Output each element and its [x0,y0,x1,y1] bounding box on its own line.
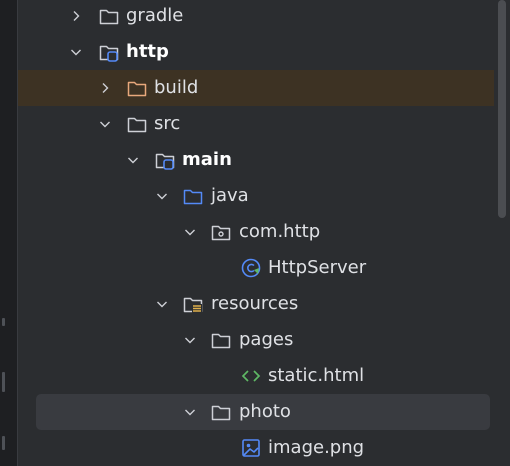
tree-item-httpserver[interactable]: HttpServer [18,250,494,286]
tree-item-label: HttpServer [268,257,367,278]
tree-item-main[interactable]: main [18,142,494,178]
tree-item-label: image.png [268,437,365,458]
tree-item-label: http [126,41,169,62]
chevron-down-icon[interactable] [182,332,198,348]
gutter-marker [2,318,5,326]
java-class-icon [240,257,262,279]
folder-icon [98,5,120,27]
folder-icon [126,113,148,135]
resources-folder-icon [182,293,204,315]
tree-item-pages[interactable]: pages [18,322,494,358]
chevron-right-icon[interactable] [68,8,84,24]
tree-item-label: static.html [268,365,365,386]
chevron-down-icon[interactable] [182,224,198,240]
gutter-marker [2,436,5,450]
tree-item-label: resources [211,293,299,314]
tree-item-build[interactable]: build [18,70,494,106]
package-icon [210,221,232,243]
left-gutter [0,0,18,466]
source-folder-icon [182,185,204,207]
chevron-right-icon[interactable] [97,80,113,96]
tree-item-http[interactable]: http [18,34,494,70]
gutter-marker [2,372,5,392]
tree-item-com-http[interactable]: com.http [18,214,494,250]
html-file-icon [240,365,262,387]
tree-item-label: com.http [239,221,321,242]
tree-item-label: main [182,149,232,170]
chevron-down-icon[interactable] [68,44,84,60]
vertical-scrollbar[interactable] [494,0,510,466]
tree-item-image-png[interactable]: image.png [18,430,494,466]
tree-item-label: java [211,185,249,206]
tree-item-label: src [154,113,181,134]
tree-item-label: build [154,77,199,98]
chevron-down-icon[interactable] [154,188,170,204]
module-folder-icon [98,41,120,63]
tree-item-java[interactable]: java [18,178,494,214]
scrollbar-thumb[interactable] [498,0,506,218]
folder-icon [210,329,232,351]
image-file-icon [240,437,262,459]
tree-item-static-html[interactable]: static.html [18,358,494,394]
tree-item-label: pages [239,329,294,350]
tree-item-resources[interactable]: resources [18,286,494,322]
chevron-down-icon[interactable] [182,404,198,420]
module-folder-icon [154,149,176,171]
tree-item-gradle[interactable]: gradle [18,0,494,34]
chevron-down-icon[interactable] [97,116,113,132]
tree-item-label: photo [239,401,291,422]
project-tree: gradle http build src main java com.http… [18,0,494,466]
tree-item-photo[interactable]: photo [36,394,490,430]
excluded-folder-icon [126,77,148,99]
chevron-down-icon[interactable] [154,296,170,312]
tree-item-src[interactable]: src [18,106,494,142]
tree-item-label: gradle [126,5,184,26]
chevron-down-icon[interactable] [125,152,141,168]
folder-icon [210,401,232,423]
